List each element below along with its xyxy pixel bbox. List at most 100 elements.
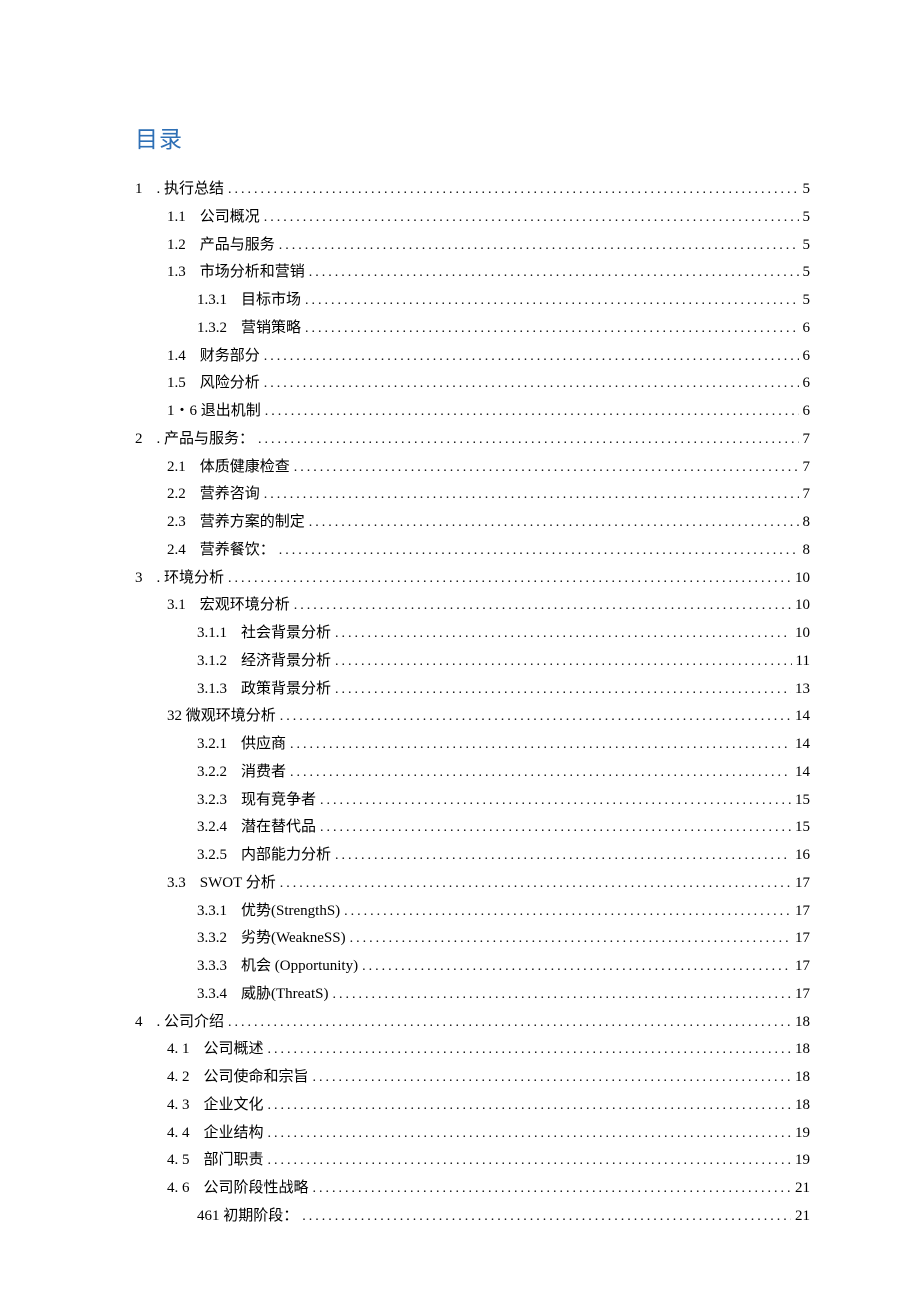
toc-entry-page: 7 [803,454,811,482]
toc-entry-page: 14 [795,731,810,759]
toc-leader-dots [344,898,791,926]
toc-leader-dots [264,204,799,232]
toc-entry: 4. 3 企业文化 18 [135,1092,810,1120]
toc-entry-number: 3.3.2 [197,925,227,953]
toc-entry-number: 4. 6 [167,1175,190,1203]
toc-entry: 1.3市场分析和营销5 [135,259,810,287]
toc-entry-number: 2.1 [167,454,186,482]
toc-entry-page: 8 [803,537,811,565]
toc-entry-text: 企业文化 [204,1092,264,1120]
toc-leader-dots [279,232,799,260]
toc-entry-page: 5 [803,287,811,315]
toc-entry-number: 1.1 [167,204,186,232]
toc-leader-dots [280,703,791,731]
toc-entry-text: 消费者 [241,759,286,787]
toc-entry-text: 营养方案的制定 [200,509,305,537]
toc-entry-number: 2.3 [167,509,186,537]
toc-entry-text: 公司使命和宗旨 [204,1064,309,1092]
toc-entry-page: 18 [795,1092,810,1120]
toc-entry: 1.4财务部分6 [135,343,810,371]
toc-entry-number: 4 [135,1009,143,1037]
document-page: 目录 1. 执行总结51.1公司概况51.2产品与服务51.3市场分析和营销51… [0,0,920,1301]
toc-entry: 3.1宏观环境分析10 [135,592,810,620]
toc-leader-dots [265,398,799,426]
toc-leader-dots [335,842,791,870]
toc-entry: 3.3.1优势(StrengthS)17 [135,898,810,926]
toc-entry-number: 3.1.2 [197,648,227,676]
toc-entry: 3.3.2劣势(WeakneSS)17 [135,925,810,953]
toc-entry: 2. 产品与服务：7 [135,426,810,454]
toc-entry: 4. 4企业结构19 [135,1120,810,1148]
toc-entry: 1.2产品与服务5 [135,232,810,260]
toc-entry-page: 10 [795,620,810,648]
toc-entry-page: 17 [795,870,810,898]
toc-leader-dots [320,787,791,815]
toc-entry-number: 3.2.3 [197,787,227,815]
toc-entry-page: 17 [795,981,810,1009]
toc-leader-dots [335,676,791,704]
toc-entry-text: 公司概述 [204,1036,264,1064]
toc-entry-number: 3.1.1 [197,620,227,648]
toc-entry-number: 1 [135,176,143,204]
toc-entry-number: 1.5 [167,370,186,398]
toc-entry-number: 4. 4 [167,1120,190,1148]
toc-leader-dots [268,1036,791,1064]
toc-entry-number: 4. 3 [167,1092,190,1120]
toc-entry-page: 19 [795,1147,810,1175]
toc-leader-dots [290,731,791,759]
toc-entry-number: 2.2 [167,481,186,509]
toc-entry: 1・6 退出机制6 [135,398,810,426]
toc-leader-dots [305,315,798,343]
toc-entry-number: 1.3.1 [197,287,227,315]
toc-leader-dots [280,870,791,898]
toc-entry: 3.2.3现有竞争者15 [135,787,810,815]
toc-leader-dots [228,565,791,593]
toc-entry-text: 营销策略 [241,315,301,343]
toc-leader-dots [268,1120,791,1148]
toc-entry-page: 6 [803,315,811,343]
toc-entry: 3.3 SWOT 分析 17 [135,870,810,898]
toc-entry-text: 32 微观环境分析 [167,703,276,731]
toc-entry: 4. 2 公司使命和宗旨 18 [135,1064,810,1092]
toc-entry: 3.1.2经济背景分析11 [135,648,810,676]
toc-entry-number: 3.3.4 [197,981,227,1009]
toc-leader-dots [309,509,799,537]
toc-entry-text: 市场分析和营销 [200,259,305,287]
toc-entry-number: 3.2.4 [197,814,227,842]
toc-entry: 3.2.1供应商14 [135,731,810,759]
toc-entry-page: 13 [795,676,810,704]
toc-leader-dots [290,759,791,787]
toc-entry-page: 11 [796,648,810,676]
toc-entry-page: 10 [795,592,810,620]
toc-entry-number: 1.3 [167,259,186,287]
toc-entry-number: 4. 1 [167,1036,190,1064]
toc-entry: 1.3.2营销策略6 [135,315,810,343]
toc-entry-page: 18 [795,1009,810,1037]
toc-entry: 4. 5部门职责19 [135,1147,810,1175]
toc-entry-text: 风险分析 [200,370,260,398]
toc-entry-text: 目标市场 [241,287,301,315]
toc-leader-dots [268,1092,791,1120]
toc-entry-number: 3.3 [167,870,186,898]
toc-entry-text: . 环境分析 [157,565,225,593]
toc-entry-page: 6 [803,398,811,426]
toc-entry-page: 18 [795,1036,810,1064]
toc-entry: 4. 6公司阶段性战略21 [135,1175,810,1203]
toc-entry-page: 21 [795,1203,810,1231]
toc-entry-page: 8 [803,509,811,537]
toc-entry-text: 劣势(WeakneSS) [241,925,346,953]
toc-leader-dots [335,648,792,676]
toc-leader-dots [313,1064,791,1092]
toc-leader-dots [362,953,791,981]
toc-entry: 3.2.5内部能力分析16 [135,842,810,870]
toc-entry-text: SWOT 分析 [200,870,276,898]
toc-entry-number: 4. 2 [167,1064,190,1092]
toc-entry-number: 3.3.3 [197,953,227,981]
toc-entry-page: 5 [803,176,811,204]
toc-entry: 2.1体质健康检查7 [135,454,810,482]
toc-entry-number: 1.2 [167,232,186,260]
toc-entry: 3.3.4威胁(ThreatS)17 [135,981,810,1009]
toc-entry-page: 18 [795,1064,810,1092]
toc-entry-page: 15 [795,814,810,842]
toc-leader-dots [305,287,798,315]
